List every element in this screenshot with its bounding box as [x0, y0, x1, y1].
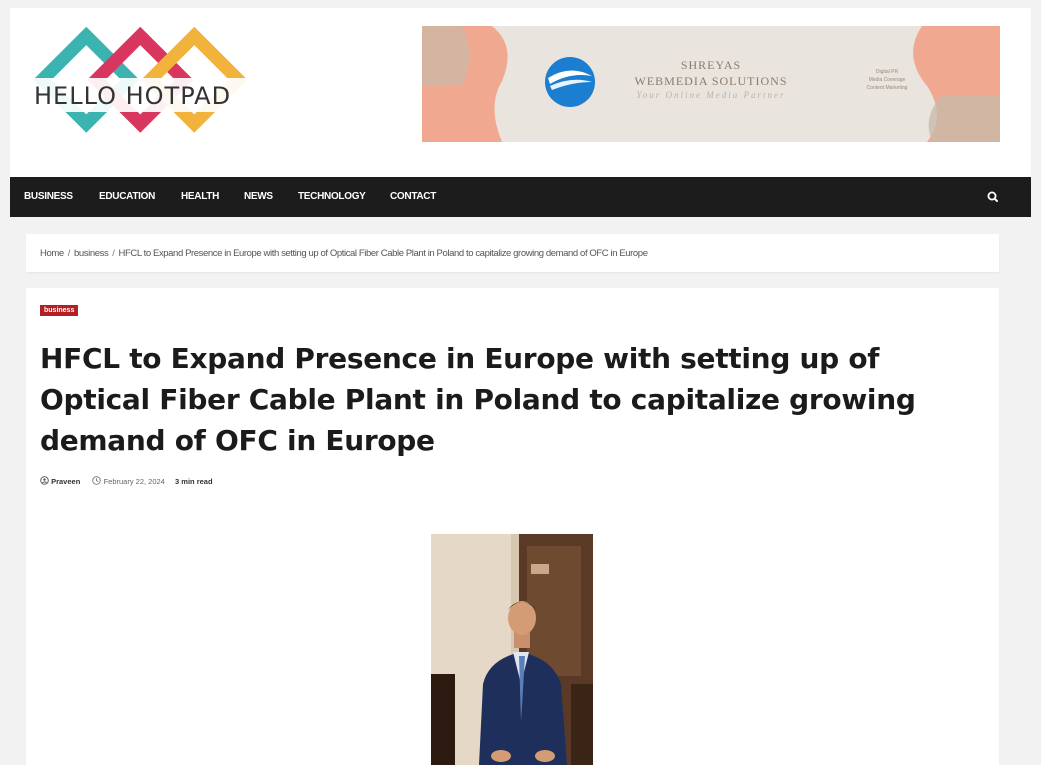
search-icon	[987, 191, 998, 202]
author-icon	[40, 476, 49, 487]
category-badge[interactable]: business	[40, 305, 79, 316]
logo-text: HELLO HOTPAD	[34, 82, 232, 110]
author-link[interactable]: Praveen	[51, 477, 80, 486]
breadcrumb: Home / business / HFCL to Expand Presence in…	[26, 234, 999, 272]
nav-item-news[interactable]: NEWS	[244, 191, 273, 202]
main-nav: BUSINESS EDUCATION HEALTH NEWS TECHNOLOG…	[10, 177, 1031, 217]
publish-date: February 22, 2024	[103, 477, 165, 486]
portrait-photo-icon	[431, 534, 593, 765]
site-header: HELLO HOTPAD SHREYAS WEBMEDIA SOLUTIONS …	[10, 8, 1031, 177]
advertisement-banner[interactable]: SHREYAS WEBMEDIA SOLUTIONS Your Online M…	[422, 26, 1000, 142]
ad-side-line: Media Coverage	[868, 77, 906, 83]
article-title: HFCL to Expand Presence in Europe with s…	[40, 342, 916, 457]
site-logo[interactable]: HELLO HOTPAD	[26, 18, 298, 158]
article-image	[431, 534, 593, 765]
article: business HFCL to Expand Presence in Euro…	[26, 288, 999, 765]
breadcrumb-separator: /	[112, 248, 115, 259]
nav-item-business[interactable]: BUSINESS	[24, 191, 73, 202]
nav-item-health[interactable]: HEALTH	[181, 191, 219, 202]
breadcrumb-home[interactable]: Home	[40, 248, 64, 259]
nav-item-education[interactable]: EDUCATION	[99, 191, 155, 202]
clock-icon	[92, 476, 102, 487]
ad-side-text: Digital PR Media Coverage Content Market…	[842, 68, 932, 92]
breadcrumb-category[interactable]: business	[74, 248, 109, 259]
search-button[interactable]	[984, 188, 1002, 206]
article-meta: Praveen February 22, 2024 3 min read	[40, 476, 213, 487]
nav-item-technology[interactable]: TECHNOLOGY	[298, 191, 366, 202]
page: HELLO HOTPAD SHREYAS WEBMEDIA SOLUTIONS …	[0, 0, 1041, 765]
breadcrumb-current: HFCL to Expand Presence in Europe with s…	[118, 248, 648, 259]
ad-side-line: Digital PR	[875, 69, 899, 75]
breadcrumb-separator: /	[67, 248, 71, 259]
nav-item-contact[interactable]: CONTACT	[390, 191, 436, 202]
read-time: 3 min read	[175, 477, 213, 486]
ad-side-line: Content Marketing	[866, 85, 908, 91]
